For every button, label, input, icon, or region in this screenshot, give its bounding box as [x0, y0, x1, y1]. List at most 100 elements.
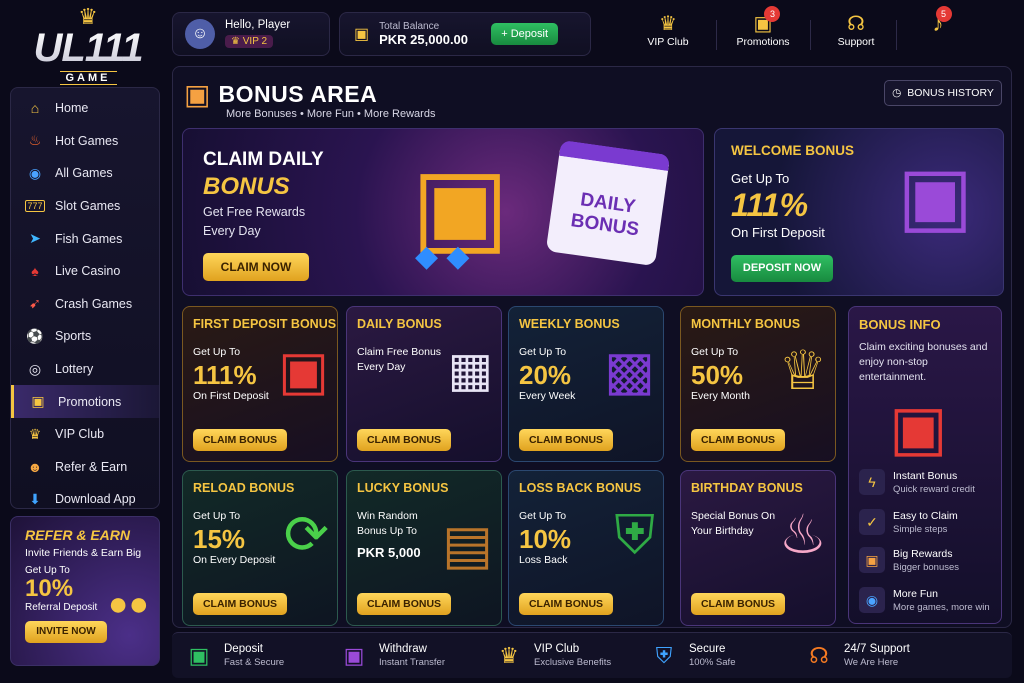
sidebar-item-vip-club[interactable]: ♛ VIP Club	[11, 418, 159, 451]
card-get: Special Bonus On Your Birthday	[691, 510, 776, 537]
sidebar-item-home[interactable]: ⌂ Home	[11, 92, 159, 125]
sidebar-item-download-app[interactable]: ⬇ Download App	[11, 483, 159, 516]
sidebar-item-crash-games[interactable]: ➹ Crash Games	[11, 288, 159, 321]
card-title: RELOAD BONUS	[193, 481, 295, 495]
sidebar-item-label: All Games	[55, 166, 113, 181]
sidebar-item-fish-games[interactable]: ➤ Fish Games	[11, 222, 159, 255]
card-get: Get Up To	[193, 346, 241, 358]
sidebar-item-label: Sports	[55, 329, 92, 344]
deposit-button[interactable]: + Deposit	[491, 23, 558, 45]
sidebar-item-label: Slot Games	[55, 199, 121, 214]
crown-icon: ♛	[28, 425, 42, 442]
claim-bonus-button[interactable]: CLAIM BONUS	[691, 429, 785, 451]
info-row-desc: More games, more win	[893, 601, 990, 613]
claim-bonus-button[interactable]: CLAIM BONUS	[357, 593, 451, 615]
deposit-now-button[interactable]: DEPOSIT NOW	[731, 255, 833, 282]
feature-desc: Instant Transfer	[379, 657, 446, 668]
info-row-title: More Fun	[893, 587, 938, 600]
cards-icon: ♠	[31, 263, 39, 280]
info-row: ▣ Big Rewards Bigger bonuses	[859, 547, 959, 573]
info-row-title: Instant Bonus	[893, 469, 958, 482]
wallet-icon: ▣	[354, 26, 370, 43]
balance-amount: PKR 25,000.00	[379, 32, 469, 47]
card-title: LUCKY BONUS	[357, 481, 449, 495]
feature-title: Deposit	[224, 643, 263, 655]
gamepad-icon: ◉	[859, 587, 885, 613]
topnav-vip-club[interactable]: ♛ VIP Club	[640, 12, 696, 56]
bonus-history-button[interactable]: ◷ BONUS HISTORY	[884, 80, 1002, 106]
sidebar-item-label: Lottery	[55, 362, 94, 377]
card-get: Get Up To	[519, 346, 567, 358]
topnav-label: Support	[837, 36, 875, 48]
clock-icon: ◷	[892, 87, 902, 99]
sidebar-item-label: VIP Club	[55, 427, 105, 442]
feature-title: VIP Club	[534, 643, 580, 655]
refer-title: REFER & EARN	[25, 527, 131, 543]
logo[interactable]: ♛ UL111 GAME	[18, 4, 158, 85]
home-icon: ⌂	[30, 100, 40, 117]
birthday-cake-icon: ♨	[778, 505, 827, 565]
shield-icon: ⛨	[614, 505, 656, 565]
claim-bonus-button[interactable]: CLAIM BONUS	[519, 593, 613, 615]
gift-icon: ▣ 3	[754, 6, 781, 36]
sidebar-item-live-casino[interactable]: ♠ Live Casino	[11, 255, 159, 288]
welcome-bonus-banner: WELCOME BONUS Get Up To 111% On First De…	[714, 128, 1004, 296]
feature-secure: ⛨ Secure 100% Safe	[637, 643, 792, 669]
divider	[716, 20, 717, 50]
fire-icon: ♨	[28, 132, 42, 149]
claim-bonus-button[interactable]: CLAIM BONUS	[519, 429, 613, 451]
sidebar-item-all-games[interactable]: ◉ All Games	[11, 157, 159, 190]
divider	[810, 20, 811, 50]
rocket-icon: ➹	[29, 295, 41, 312]
sidebar-item-label: Crash Games	[55, 296, 133, 311]
info-row: ϟ Instant Bonus Quick reward credit	[859, 469, 975, 495]
gift-icon: ▣	[184, 79, 211, 110]
lucky-bonus-card: LUCKY BONUS Win Random Bonus Up To PKR 5…	[346, 470, 502, 626]
reload-bonus-card: RELOAD BONUS Get Up To 15% On Every Depo…	[182, 470, 338, 626]
info-row: ✓ Easy to Claim Simple steps	[859, 509, 958, 535]
card-get: Win Random Bonus Up To	[357, 510, 418, 537]
birthday-bonus-card: BIRTHDAY BONUS Special Bonus On Your Bir…	[680, 470, 836, 626]
sidebar-item-promotions[interactable]: ▣ Promotions	[11, 385, 159, 418]
invite-now-button[interactable]: INVITE NOW	[25, 621, 107, 643]
refer-subtitle: Invite Friends & Earn Big	[25, 547, 142, 559]
checklist-icon: ✓	[859, 509, 885, 535]
claim-bonus-button[interactable]: CLAIM BONUS	[357, 429, 451, 451]
claim-bonus-button[interactable]: CLAIM BONUS	[193, 429, 287, 451]
info-row-title: Easy to Claim	[893, 509, 958, 522]
card-get: Get Up To	[691, 346, 739, 358]
info-row-title: Big Rewards	[893, 547, 953, 560]
claim-bonus-button[interactable]: CLAIM BONUS	[193, 593, 287, 615]
topnav-support[interactable]: ☊ Support	[832, 12, 880, 56]
people-icon: ☻	[27, 458, 43, 475]
claim-now-button[interactable]: CLAIM NOW	[203, 253, 309, 281]
sidebar-item-lottery[interactable]: ◎ Lottery	[11, 353, 159, 386]
notifications-button[interactable]: ♪ 5	[926, 6, 952, 56]
crown-icon: ♛	[499, 642, 519, 668]
feature-desc: We Are Here	[844, 657, 899, 668]
sidebar-item-hot-games[interactable]: ♨ Hot Games	[11, 125, 159, 158]
sidebar-item-label: Fish Games	[55, 231, 123, 246]
user-profile[interactable]: ☺ Hello, Player ♛ VIP 2	[172, 12, 330, 56]
sidebar-item-label: Live Casino	[55, 264, 121, 279]
weekly-bonus-card: WEEKLY BONUS Get Up To 20% Every Week ▩ …	[508, 306, 664, 462]
feature-desc: Exclusive Benefits	[534, 657, 612, 668]
sidebar-item-refer-earn[interactable]: ☻ Refer & Earn	[11, 451, 159, 484]
bonus-area-header: ▣ BONUS AREA	[184, 78, 377, 111]
topnav-promotions[interactable]: ▣ 3 Promotions	[734, 6, 792, 56]
gift-icon: ▣	[859, 547, 885, 573]
feature-bar: ▣ Deposit Fast & Secure ▣ Withdraw Instant…	[172, 632, 1012, 678]
crown-icon: ♛	[78, 4, 98, 29]
daily-title-line1: CLAIM DAILY	[203, 149, 324, 170]
monthly-bonus-card: MONTHLY BONUS Get Up To 50% Every Month …	[680, 306, 836, 462]
claim-bonus-button[interactable]: CLAIM BONUS	[691, 593, 785, 615]
welcome-percent: 111%	[731, 187, 809, 223]
sidebar-item-label: Download App	[55, 492, 136, 507]
sidebar-item-slot-games[interactable]: 777 Slot Games	[11, 190, 159, 223]
feature-support: ☊ 24/7 Support We Are Here	[792, 643, 947, 669]
balance-panel: ▣ Total Balance PKR 25,000.00 + Deposit	[339, 12, 591, 56]
card-title: WEEKLY BONUS	[519, 317, 620, 331]
feature-vip-club: ♛ VIP Club Exclusive Benefits	[482, 643, 637, 669]
sidebar-item-sports[interactable]: ⚽ Sports	[11, 320, 159, 353]
divider	[896, 20, 897, 50]
